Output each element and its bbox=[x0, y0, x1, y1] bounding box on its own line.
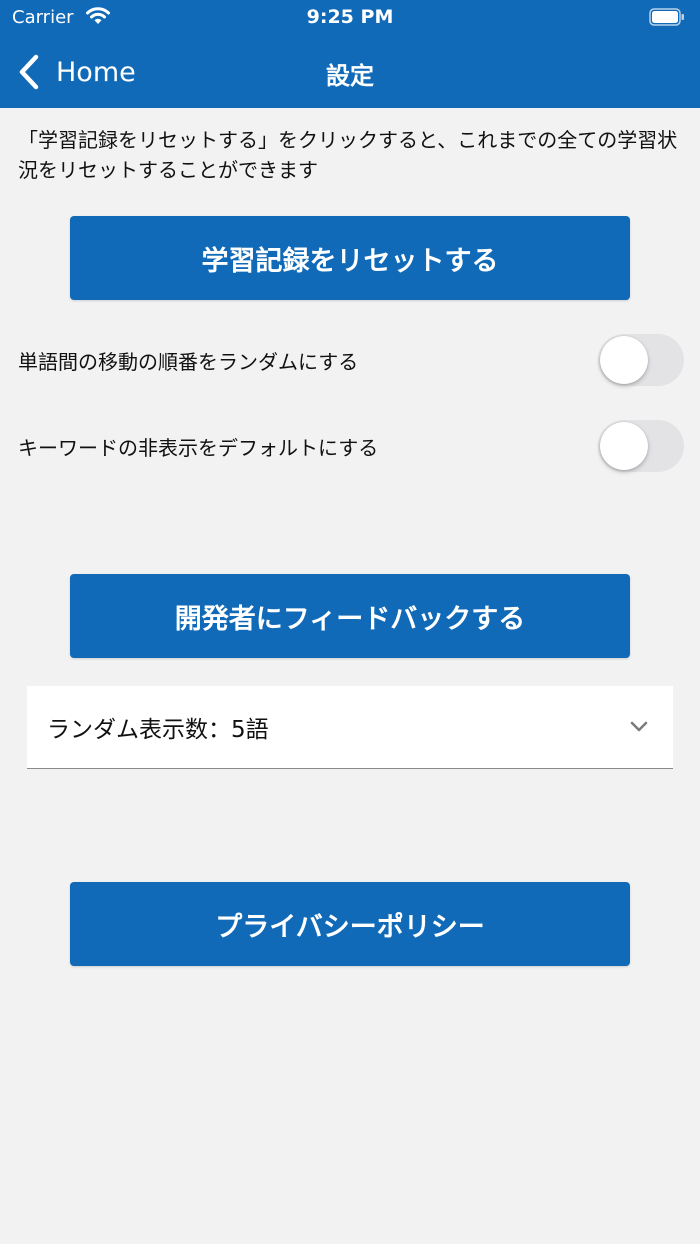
status-bar: Carrier 9:25 PM bbox=[0, 0, 700, 36]
toggle-knob bbox=[600, 422, 648, 470]
random-count-select[interactable]: ランダム表示数：5語 bbox=[27, 686, 673, 769]
chevron-down-icon bbox=[630, 721, 648, 732]
battery-icon bbox=[649, 8, 684, 26]
privacy-policy-button[interactable]: プライバシーポリシー bbox=[70, 882, 630, 966]
random-order-row: 単語間の移動の順番をランダムにする bbox=[18, 334, 684, 386]
hide-keyword-label: キーワードの非表示をデフォルトにする bbox=[18, 435, 379, 460]
hide-keyword-toggle[interactable] bbox=[598, 420, 684, 472]
random-order-label: 単語間の移動の順番をランダムにする bbox=[18, 349, 359, 374]
reset-description: 「学習記録をリセットする」をクリックすると、これまでの全ての学習状況をリセットす… bbox=[18, 128, 678, 182]
toggle-knob bbox=[600, 336, 648, 384]
clock: 9:25 PM bbox=[306, 6, 394, 28]
reset-progress-button[interactable]: 学習記録をリセットする bbox=[70, 216, 630, 300]
page-title: 設定 bbox=[326, 62, 374, 90]
navigation-bar: Home 設定 bbox=[0, 36, 700, 108]
random-count-value: ランダム表示数：5語 bbox=[47, 717, 269, 743]
feedback-button[interactable]: 開発者にフィードバックする bbox=[70, 574, 630, 658]
random-order-toggle[interactable] bbox=[598, 334, 684, 386]
hide-keyword-row: キーワードの非表示をデフォルトにする bbox=[18, 420, 684, 472]
